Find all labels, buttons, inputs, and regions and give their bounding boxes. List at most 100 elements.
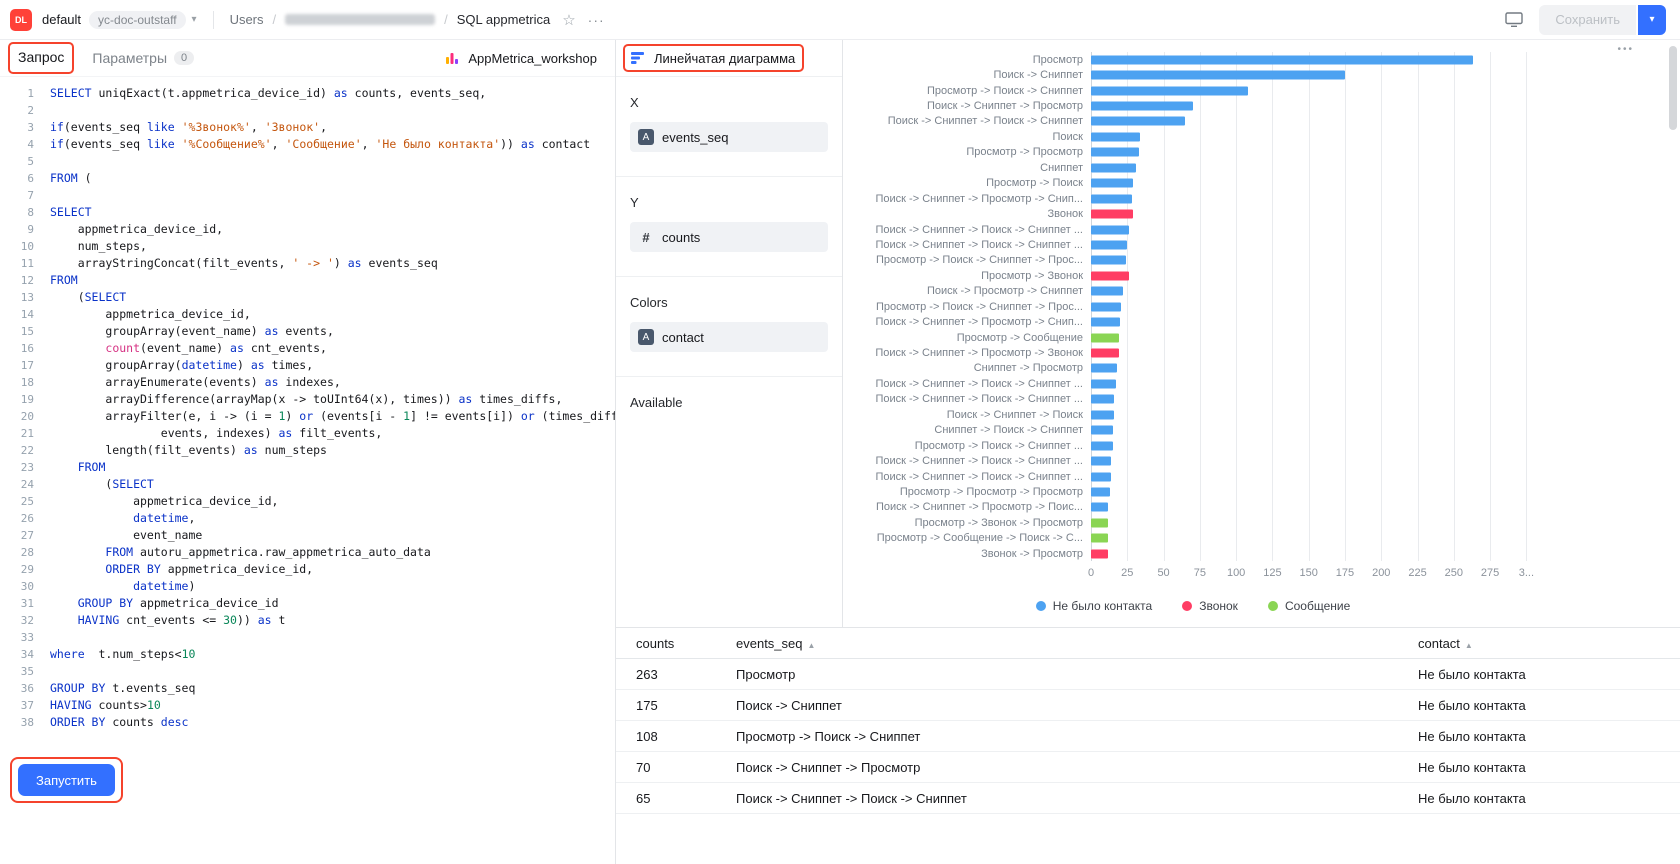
- string-field-icon: A: [638, 129, 654, 145]
- bar[interactable]: [1091, 287, 1123, 296]
- bar-track: [1091, 376, 1538, 391]
- chart-pane: ••• ПросмотрПоиск -> СниппетПросмотр -> …: [843, 40, 1680, 627]
- column-header-contact[interactable]: contact▲: [1418, 636, 1680, 651]
- bar[interactable]: [1091, 379, 1116, 388]
- breadcrumb-user-redacted[interactable]: [285, 14, 435, 25]
- bar[interactable]: [1091, 472, 1111, 481]
- bar[interactable]: [1091, 194, 1132, 203]
- bar[interactable]: [1091, 395, 1114, 404]
- scrollbar-thumb[interactable]: [1669, 46, 1677, 130]
- chart-bar-row: Поиск -> Сниппет -> Просмотр -> Поис...: [843, 500, 1543, 515]
- run-button[interactable]: Запустить: [18, 764, 115, 796]
- run-button-wrap: Запустить: [18, 764, 115, 796]
- line-number: 9: [0, 221, 50, 238]
- bar[interactable]: [1091, 364, 1117, 373]
- category-label: Поиск -> Сниппет -> Поиск -> Сниппет ...: [843, 378, 1091, 390]
- table-header-row: countsevents_seq▲contact▲: [616, 628, 1680, 659]
- bar[interactable]: [1091, 457, 1111, 466]
- bar[interactable]: [1091, 271, 1129, 280]
- bar[interactable]: [1091, 256, 1126, 265]
- bar[interactable]: [1091, 86, 1248, 95]
- code-line: 22 length(filt_events) as num_steps: [0, 442, 615, 459]
- chart-config-pane: Линейчатая диаграмма XAevents_seqY#count…: [616, 40, 843, 627]
- bar[interactable]: [1091, 240, 1127, 249]
- display-icon[interactable]: [1505, 11, 1523, 28]
- chart-type-selector[interactable]: Линейчатая диаграмма: [630, 50, 795, 66]
- bar-track: [1091, 67, 1538, 82]
- tab-query[interactable]: Запрос: [18, 49, 64, 65]
- chart-bar-row: Просмотр -> Поиск -> Сниппет -> Прос...: [843, 253, 1543, 268]
- tab-parameters[interactable]: Параметры 0: [92, 50, 194, 66]
- code-line: 4if(events_seq like '%Сообщение%', 'Сооб…: [0, 136, 615, 153]
- chart-more-menu[interactable]: •••: [1617, 44, 1634, 55]
- bar-chart: ПросмотрПоиск -> СниппетПросмотр -> Поис…: [843, 52, 1543, 613]
- favorite-star-icon[interactable]: ☆: [562, 11, 575, 29]
- bar[interactable]: [1091, 333, 1119, 342]
- line-number: 35: [0, 663, 50, 680]
- bar-track: [1091, 423, 1538, 438]
- line-number: 1: [0, 85, 50, 102]
- code-line: 21 events, indexes) as filt_events,: [0, 425, 615, 442]
- legend-label: Не было контакта: [1053, 599, 1152, 613]
- bar[interactable]: [1091, 55, 1473, 64]
- bar[interactable]: [1091, 318, 1120, 327]
- field-chip-counts[interactable]: #counts: [630, 222, 828, 252]
- bar[interactable]: [1091, 179, 1133, 188]
- column-header-events_seq[interactable]: events_seq▲: [736, 636, 1418, 651]
- table-cell: 108: [616, 729, 736, 744]
- bar[interactable]: [1091, 225, 1129, 234]
- config-section-colors: ColorsAcontact: [616, 277, 842, 377]
- code-line: 7: [0, 187, 615, 204]
- bar[interactable]: [1091, 518, 1108, 527]
- bar[interactable]: [1091, 426, 1113, 435]
- bar[interactable]: [1091, 117, 1185, 126]
- chart-bar-row: Поиск -> Сниппет -> Поиск -> Сниппет ...: [843, 392, 1543, 407]
- line-number: 34: [0, 646, 50, 663]
- code-line: 1SELECT uniqExact(t.appmetrica_device_id…: [0, 85, 615, 102]
- bar[interactable]: [1091, 410, 1114, 419]
- category-label: Поиск -> Сниппет -> Поиск -> Сниппет: [843, 115, 1091, 127]
- instance-name[interactable]: default: [42, 12, 81, 27]
- save-button[interactable]: Сохранить: [1539, 5, 1636, 35]
- category-label: Поиск -> Сниппет -> Поиск -> Сниппет ...: [843, 224, 1091, 236]
- field-chip-events_seq[interactable]: Aevents_seq: [630, 122, 828, 152]
- bar[interactable]: [1091, 163, 1136, 172]
- datalens-logo[interactable]: DL: [10, 9, 32, 31]
- bar[interactable]: [1091, 210, 1133, 219]
- legend-item[interactable]: Сообщение: [1268, 599, 1350, 613]
- bar[interactable]: [1091, 503, 1108, 512]
- chart-bar-row: Просмотр -> Просмотр -> Просмотр: [843, 484, 1543, 499]
- bar[interactable]: [1091, 302, 1121, 311]
- chevron-down-icon[interactable]: ▾: [192, 14, 197, 25]
- bar[interactable]: [1091, 487, 1110, 496]
- chart-type-label: Линейчатая диаграмма: [654, 51, 795, 66]
- legend-item[interactable]: Не было контакта: [1036, 599, 1152, 613]
- column-header-counts[interactable]: counts: [616, 636, 736, 651]
- table-cell: 65: [616, 791, 736, 806]
- more-menu-icon[interactable]: ···: [588, 12, 605, 28]
- breadcrumb-users[interactable]: Users: [230, 12, 264, 27]
- sql-code-editor[interactable]: 1SELECT uniqExact(t.appmetrica_device_id…: [0, 77, 615, 764]
- bar[interactable]: [1091, 549, 1108, 558]
- bar[interactable]: [1091, 102, 1193, 111]
- bar[interactable]: [1091, 71, 1345, 80]
- code-line: 17 groupArray(datetime) as times,: [0, 357, 615, 374]
- bar[interactable]: [1091, 534, 1108, 543]
- code-line: 15 groupArray(event_name) as events,: [0, 323, 615, 340]
- chart-bar-row: Поиск -> Сниппет -> Просмотр -> Снип...: [843, 314, 1543, 329]
- bar[interactable]: [1091, 441, 1113, 450]
- chart-bar-row: Просмотр -> Поиск: [843, 176, 1543, 191]
- category-label: Просмотр -> Сообщение -> Поиск -> С...: [843, 532, 1091, 544]
- code-text: datetime,: [50, 510, 195, 527]
- bar[interactable]: [1091, 349, 1119, 358]
- save-dropdown-button[interactable]: ▾: [1638, 5, 1666, 35]
- chart-bar-row: Просмотр -> Сообщение: [843, 330, 1543, 345]
- table-cell: 175: [616, 698, 736, 713]
- bar[interactable]: [1091, 132, 1140, 141]
- chart-bar-row: Просмотр -> Поиск -> Сниппет: [843, 83, 1543, 98]
- bar[interactable]: [1091, 148, 1139, 157]
- connection-selector[interactable]: AppMetrica_workshop: [444, 50, 597, 66]
- legend-item[interactable]: Звонок: [1182, 599, 1238, 613]
- category-label: Просмотр -> Поиск -> Сниппет -> Прос...: [843, 301, 1091, 313]
- field-chip-contact[interactable]: Acontact: [630, 322, 828, 352]
